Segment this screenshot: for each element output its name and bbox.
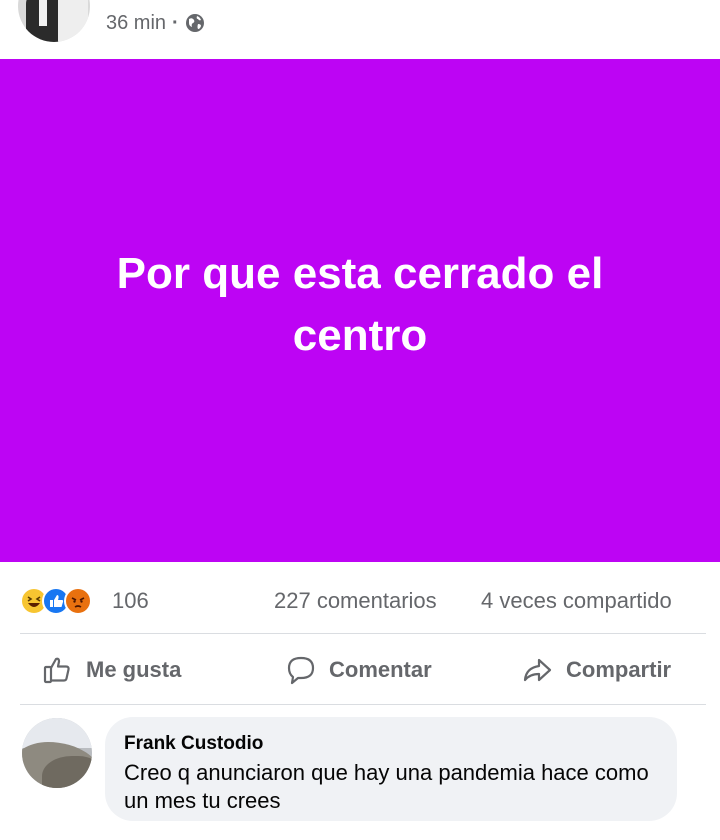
- facebook-post-screen: 36 min · Por que esta cerrado el centro: [0, 0, 720, 840]
- divider: [20, 704, 706, 705]
- comment-bubble: Frank Custodio Creo q anunciaron que hay…: [105, 717, 677, 821]
- commenter-name[interactable]: Frank Custodio: [124, 733, 263, 755]
- like-label: Me gusta: [86, 657, 182, 682]
- angry-icon: [64, 587, 92, 615]
- author-avatar[interactable]: [18, 0, 90, 42]
- comment-button[interactable]: Comentar: [285, 640, 432, 700]
- comment-bubble-icon: [287, 656, 315, 685]
- reaction-count[interactable]: 106: [112, 588, 149, 614]
- separator-dot: ·: [172, 12, 179, 34]
- like-button[interactable]: Me gusta: [42, 640, 181, 700]
- post-stats-bar: 106 227 comentarios 4 veces compartido: [0, 578, 720, 622]
- commenter-avatar[interactable]: [22, 718, 92, 788]
- post-header: 36 min ·: [0, 0, 720, 58]
- thumbs-up-icon: [43, 657, 70, 684]
- share-label: Compartir: [566, 657, 672, 682]
- comments-count[interactable]: 227 comentarios: [274, 588, 437, 614]
- comment-text: Creo q anunciaron que hay una pandemia h…: [124, 760, 649, 813]
- share-arrow-icon: [523, 658, 552, 682]
- post-actions: Me gusta Comentar Compartir: [0, 640, 720, 700]
- comment-label: Comentar: [329, 657, 432, 682]
- divider: [20, 633, 706, 634]
- reaction-icons[interactable]: [20, 587, 110, 615]
- share-button[interactable]: Compartir: [522, 640, 671, 700]
- post-timestamp[interactable]: 36 min ·: [106, 11, 205, 35]
- avatar-shirt: [39, 0, 47, 26]
- post-background[interactable]: Por que esta cerrado el centro: [0, 59, 720, 562]
- shares-count[interactable]: 4 veces compartido: [481, 588, 672, 614]
- globe-icon: [185, 13, 205, 33]
- avatar-figure-2: [58, 0, 88, 42]
- post-text: Por que esta cerrado el centro: [116, 248, 604, 360]
- timestamp-text: 36 min: [106, 12, 167, 34]
